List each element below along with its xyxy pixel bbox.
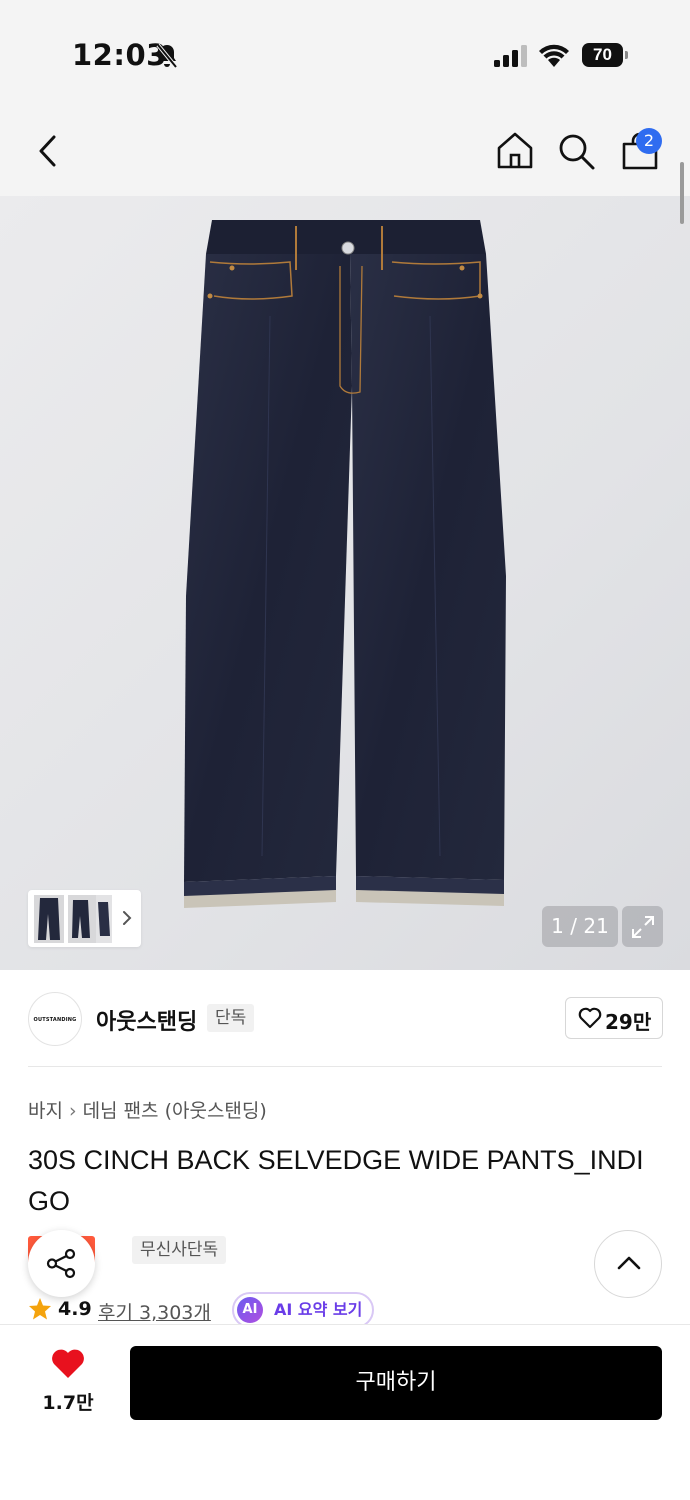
expand-icon [632,916,654,938]
buy-button[interactable]: 구매하기 [130,1346,662,1420]
heart-outline-icon [578,1007,602,1029]
brand-logo[interactable]: OUTSTANDING [28,992,82,1046]
heart-filled-icon[interactable] [50,1348,86,1380]
rating-row: 4.9 후기 3,303개 AI AI 요약 보기 [28,1292,688,1328]
breadcrumb: 바지 › 데님 팬츠 (아웃스탠딩) [28,1096,267,1123]
review-link[interactable]: 후기 3,303개 [98,1298,211,1325]
star-icon [29,1298,51,1320]
scrollbar[interactable] [680,162,684,224]
image-counter: 1 / 21 [542,906,618,947]
exclusive-tag: 단독 [207,1004,255,1032]
cellular-signal-icon [494,45,527,67]
home-icon[interactable] [495,130,535,170]
wishlist-count: 1.7만 [42,1392,94,1414]
share-button[interactable] [28,1230,95,1297]
brand-name[interactable]: 아웃스탠딩 [96,1004,197,1036]
back-arrow-icon[interactable] [36,134,60,168]
status-time: 12:03 [72,38,167,72]
scroll-to-top-button[interactable] [594,1230,662,1298]
expand-image-button[interactable] [622,906,663,947]
thumbnail-strip[interactable] [28,890,141,947]
search-icon[interactable] [556,131,596,171]
brand-like-count: 29만 [605,1010,652,1034]
brand-like-button[interactable]: 29만 [565,997,663,1039]
wifi-icon [539,44,569,67]
breadcrumb-category[interactable]: 바지 [28,1100,63,1122]
musinsa-exclusive-badge: 무신사단독 [132,1236,227,1264]
product-title: 30S CINCH BACK SELVEDGE WIDE PANTS_INDIG… [28,1145,644,1216]
battery-level: 70 [593,45,612,64]
cart-count-badge: 2 [636,128,662,154]
breadcrumb-subcategory[interactable]: 데님 팬츠 (아웃스탠딩) [83,1100,267,1122]
product-image-gallery[interactable] [0,196,690,970]
battery-icon: 70 [582,43,628,67]
chevron-right-icon[interactable] [122,910,132,926]
ai-badge-icon: AI [237,1297,263,1323]
breadcrumb-separator: › [68,1100,77,1122]
chevron-up-icon [617,1256,641,1270]
ai-summary-button[interactable]: AI AI 요약 보기 [232,1292,375,1328]
share-icon [46,1248,76,1279]
ai-summary-label: AI 요약 보기 [274,1300,363,1319]
product-image [184,220,506,908]
bell-slash-icon [156,43,178,69]
rating-value: 4.9 [58,1298,92,1320]
divider [28,1066,662,1067]
status-bar: 12:03 70 [0,0,690,100]
